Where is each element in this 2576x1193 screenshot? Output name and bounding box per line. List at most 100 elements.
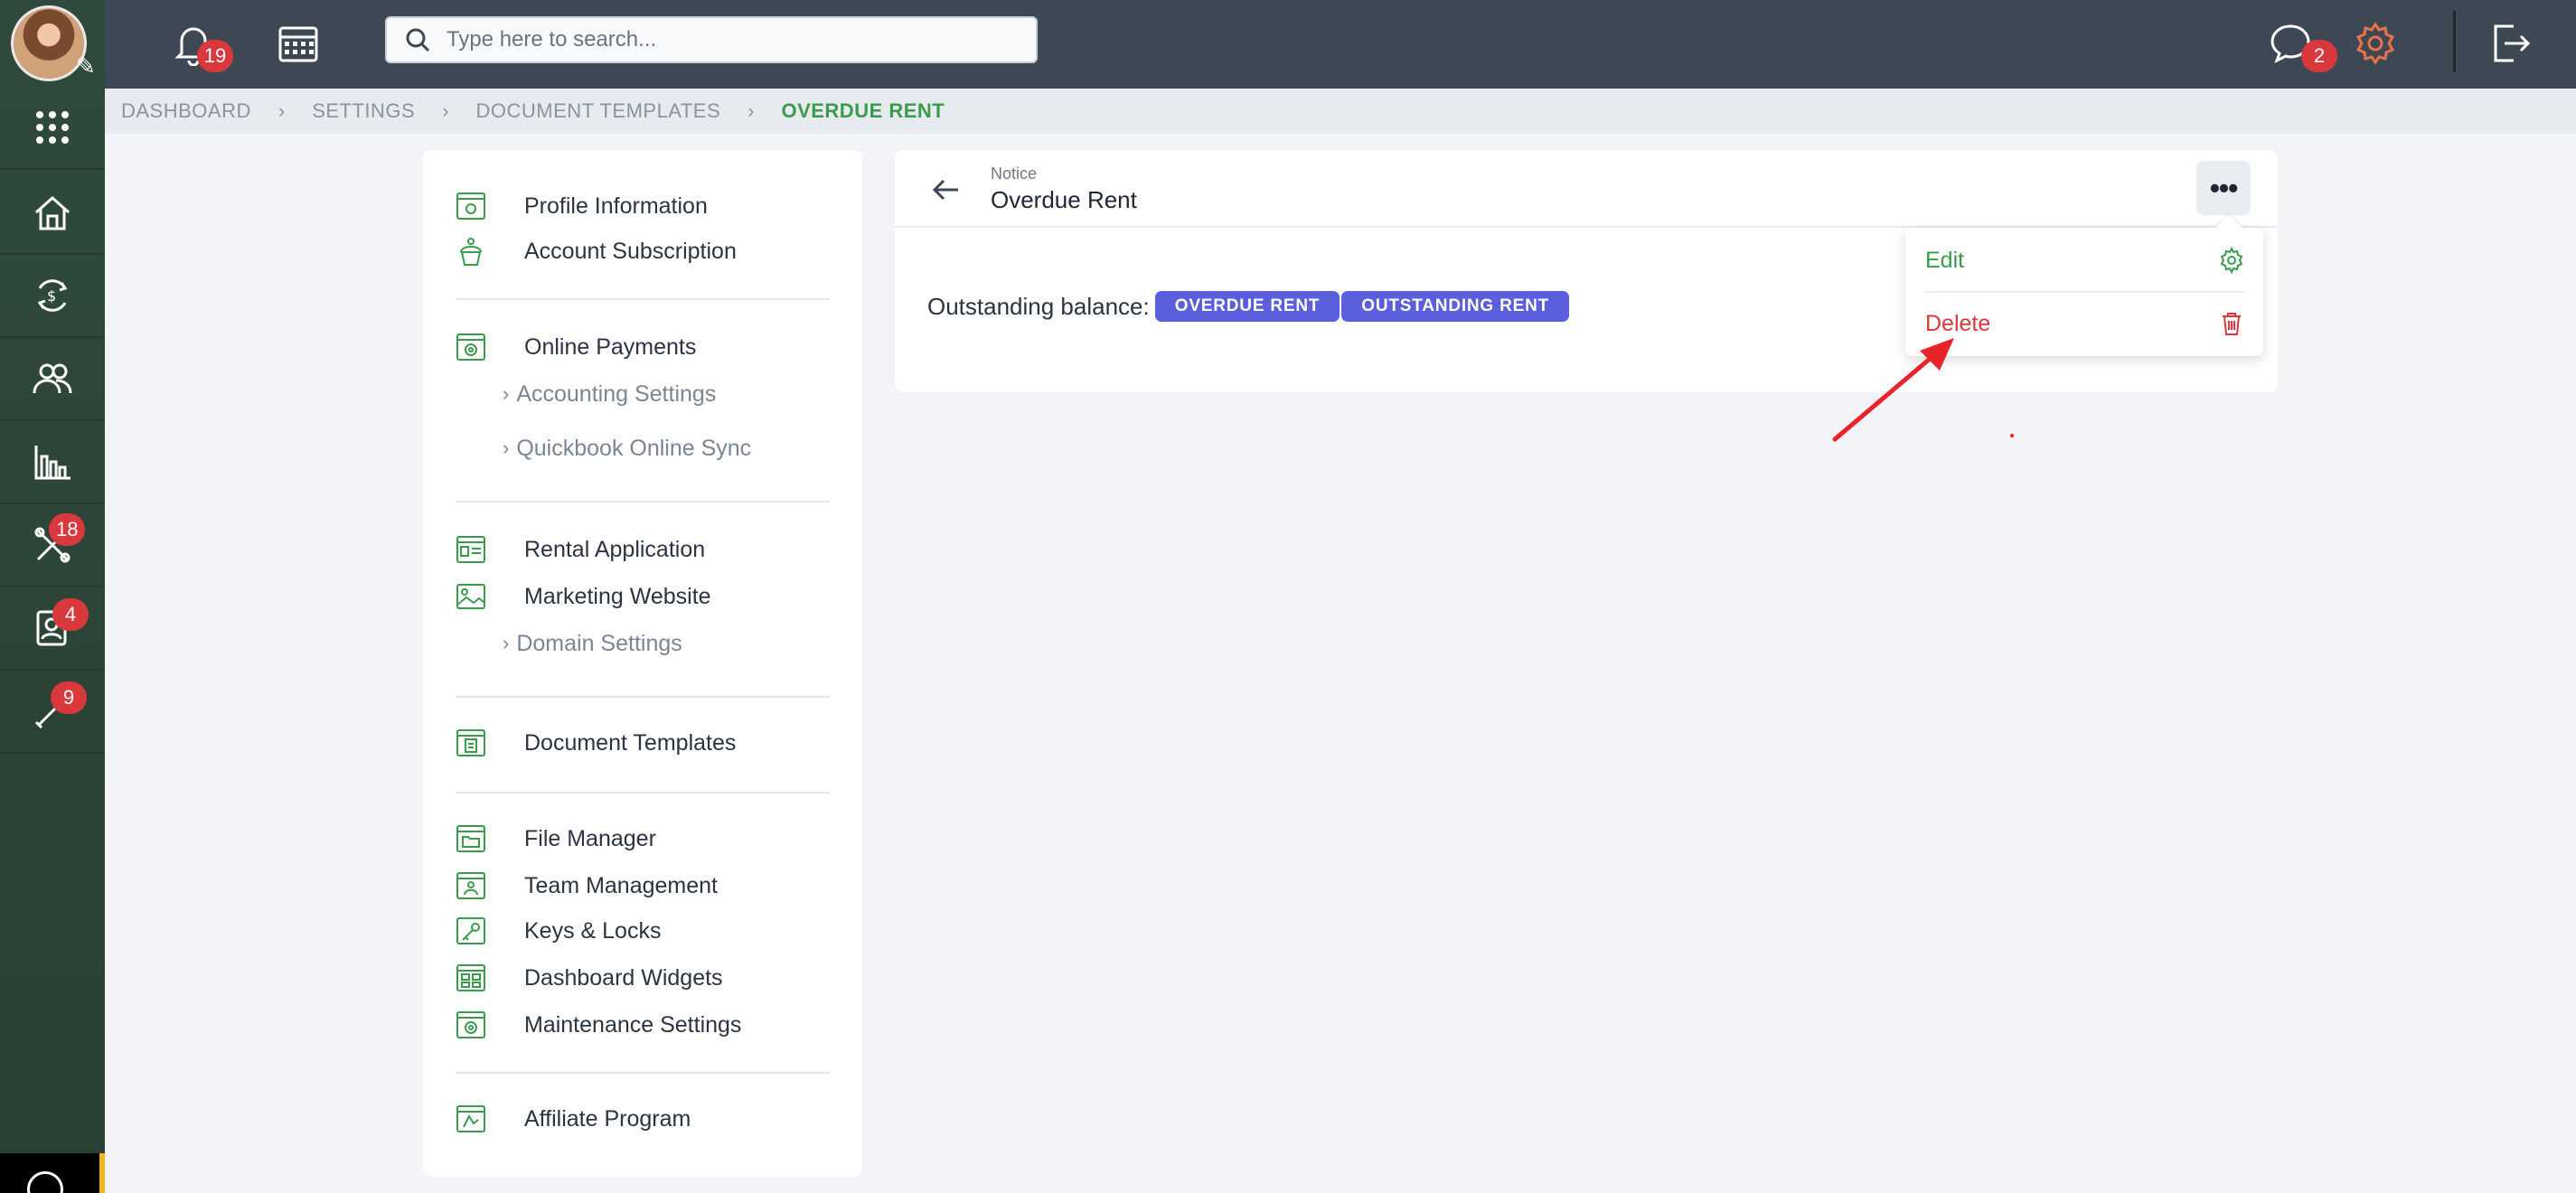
menu-item-dashboard-widgets[interactable]: Dashboard Widgets [456,960,723,996]
breadcrumb-dashboard[interactable]: DASHBOARD [121,99,251,123]
menu-label: Accounting Settings [516,380,717,407]
key-window-icon [456,917,485,944]
left-rail: ✎ $ 18 4 9 [0,0,105,1193]
chevron-right-icon: › [503,437,510,459]
cupcake-icon [460,238,482,266]
team-window-icon [456,872,485,899]
menu-item-rental-application[interactable]: Rental Application [456,531,705,568]
dropdown-divider [1925,291,2245,293]
menu-sub-accounting[interactable]: › Accounting Settings [503,376,716,412]
widgets-window-icon [456,964,485,991]
menu-item-affiliate[interactable]: Affiliate Program [456,1101,691,1137]
menu-divider [456,501,830,503]
menu-item-team-management[interactable]: Team Management [456,868,718,904]
rail-item-reports[interactable] [0,421,105,504]
menu-label: Profile Information [524,193,708,219]
search-input[interactable] [447,27,1007,52]
rail-item-vendors[interactable]: 9 [0,671,105,754]
menu-label: Dashboard Widgets [524,964,723,991]
pin-icon[interactable]: ✎ [76,52,96,80]
chevron-right-icon: › [277,99,286,122]
menu-item-file-manager[interactable]: File Manager [456,821,656,857]
menu-label: Online Payments [524,333,697,360]
messages-badge: 2 [2301,40,2337,72]
menu-item-maintenance-settings[interactable]: Maintenance Settings [456,1007,741,1043]
rail-item-tenants[interactable]: 4 [0,587,105,671]
document-window-icon [456,729,485,756]
breadcrumb-settings[interactable]: SETTINGS [312,99,415,123]
menu-label: Keys & Locks [524,917,662,944]
profile-window-icon [456,193,485,220]
menu-label: Domain Settings [516,630,682,656]
rail-item-properties[interactable] [0,172,105,255]
chevron-right-icon: › [503,382,510,405]
menu-label: Affiliate Program [524,1105,691,1132]
menu-label: Maintenance Settings [524,1011,742,1038]
chevron-right-icon: › [503,632,510,654]
search-icon [406,28,430,52]
menu-divider [456,696,830,698]
rail-item-payments[interactable]: $ [0,255,105,338]
back-arrow-icon[interactable] [927,172,964,208]
template-type: Notice [991,164,1038,183]
menu-item-marketing-website[interactable]: Marketing Website [456,578,711,615]
menu-item-document-templates[interactable]: Document Templates [456,725,736,761]
settings-button[interactable] [2348,16,2402,70]
merge-tag-overdue-rent: OVERDUE RENT [1154,291,1340,322]
top-bar: 19 2 [105,0,2576,89]
menu-item-profile[interactable]: Profile Information [456,188,708,224]
menu-item-subscription[interactable]: Account Subscription [456,233,737,269]
gear-window-icon [456,1011,485,1038]
menu-sub-domain[interactable]: › Domain Settings [503,625,682,662]
annotation-dot [2010,434,2014,437]
image-icon [456,584,485,609]
payment-window-icon [456,333,485,361]
money-cycle-icon: $ [37,279,68,312]
merge-tag-outstanding-rent: OUTSTANDING RENT [1341,291,1570,322]
logout-button[interactable] [2484,16,2538,70]
calendar-button[interactable] [271,16,325,70]
vendors-badge: 9 [51,681,87,714]
delete-menu-item[interactable]: Delete [1925,302,2245,345]
balance-label: Outstanding balance: [927,292,1150,320]
notifications-badge: 19 [197,40,233,72]
settings-menu: Profile Information Account Subscription… [423,150,862,1177]
calendar-icon [278,26,318,62]
annotation-arrow-icon [1832,338,1954,442]
rail-item-people[interactable] [0,338,105,421]
menu-label: Document Templates [524,729,737,756]
card-header: Notice Overdue Rent ••• [895,150,2278,228]
apps-grid-icon [36,111,69,144]
maintenance-badge: 18 [49,513,86,546]
trash-icon [2223,313,2241,335]
menu-label: Account Subscription [524,238,737,264]
rail-item-apps[interactable] [0,87,105,170]
tenants-badge: 4 [52,598,89,631]
logout-icon [2494,24,2531,62]
search-box[interactable] [385,16,1038,63]
menu-label: Team Management [524,872,719,898]
edit-label: Edit [1925,247,1965,273]
template-body: Outstanding balance: OVERDUE RENT OUTSTA… [927,291,1571,322]
rail-accent [99,1153,105,1193]
menu-label: File Manager [524,825,656,851]
menu-divider [456,1072,830,1074]
menu-divider [456,792,830,794]
page-title: Overdue Rent [991,186,1137,213]
users-icon [33,363,72,394]
chevron-right-icon: › [747,99,755,122]
more-options-button[interactable]: ••• [2196,161,2251,215]
gear-icon [2355,22,2395,65]
menu-label: Marketing Website [524,583,711,609]
breadcrumb-document-templates[interactable]: DOCUMENT TEMPLATES [476,99,721,123]
topbar-divider [2453,11,2456,72]
menu-divider [456,298,830,300]
form-window-icon [456,536,485,563]
menu-item-online-payments[interactable]: Online Payments [456,329,696,365]
house-icon [35,195,70,230]
menu-item-keys-locks[interactable]: Keys & Locks [456,913,661,949]
menu-label: Rental Application [524,536,706,562]
edit-menu-item[interactable]: Edit [1925,239,2245,282]
menu-sub-quickbook[interactable]: › Quickbook Online Sync [503,430,751,466]
rail-item-maintenance[interactable]: 18 [0,504,105,587]
